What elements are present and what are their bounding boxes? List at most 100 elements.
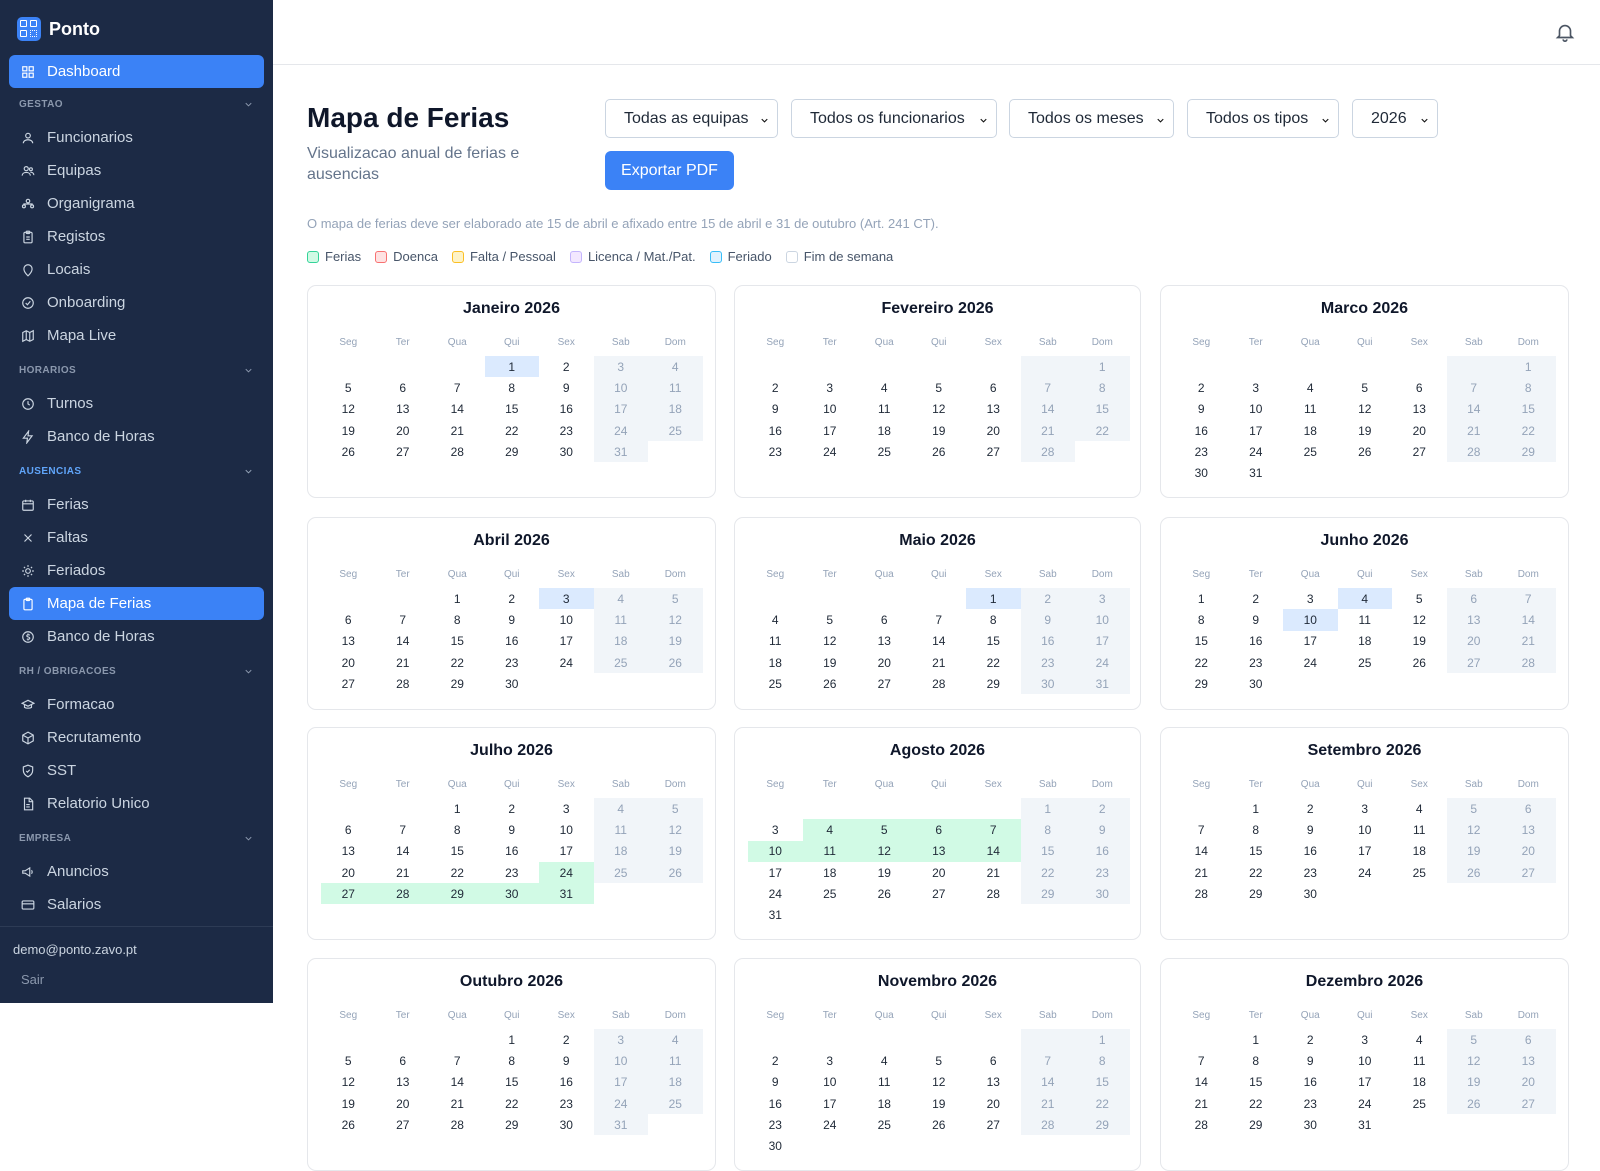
calendar-day[interactable]: 7	[1020, 1050, 1075, 1072]
calendar-day[interactable]: 22	[1075, 419, 1130, 442]
section-ausencias[interactable]: AUSENCIAS	[9, 455, 264, 488]
calendar-day[interactable]: 30	[484, 883, 539, 905]
calendar-day[interactable]: 27	[857, 673, 912, 694]
calendar-day[interactable]: 13	[857, 631, 912, 652]
calendar-day[interactable]: 14	[430, 1072, 485, 1093]
calendar-day[interactable]: 15	[1075, 398, 1130, 420]
calendar-day[interactable]: 17	[539, 631, 594, 652]
calendar-day[interactable]: 24	[593, 1092, 648, 1115]
calendar-day[interactable]: 10	[803, 1072, 858, 1093]
calendar-day[interactable]: 15	[430, 631, 485, 652]
calendar-day[interactable]: 7	[1501, 588, 1556, 610]
calendar-day[interactable]: 18	[857, 1093, 912, 1114]
calendar-day[interactable]: 29	[1075, 1114, 1130, 1136]
calendar-day[interactable]: 20	[321, 862, 376, 883]
calendar-day[interactable]: 25	[1283, 441, 1338, 462]
calendar-day[interactable]: 10	[593, 377, 648, 399]
employee-select[interactable]: Todos os funcionarios	[791, 99, 997, 138]
calendar-day[interactable]: 3	[1075, 588, 1130, 610]
calendar-day[interactable]: 27	[321, 883, 376, 905]
sidebar-item-dashboard[interactable]: Dashboard	[9, 55, 264, 88]
sidebar-item-faltas[interactable]: Faltas	[9, 521, 264, 554]
calendar-day[interactable]: 8	[430, 609, 485, 630]
calendar-day[interactable]: 20	[857, 652, 912, 673]
section-rh-obrigacoes[interactable]: RH / OBRIGACOES	[9, 655, 264, 688]
calendar-day[interactable]: 29	[430, 883, 485, 905]
calendar-day[interactable]: 3	[539, 798, 594, 819]
calendar-day[interactable]: 20	[376, 1093, 431, 1114]
sidebar-item-locais[interactable]: Locais	[9, 253, 264, 286]
calendar-day[interactable]: 4	[593, 798, 648, 820]
calendar-day[interactable]: 27	[1446, 651, 1501, 674]
calendar-day[interactable]: 19	[803, 652, 858, 673]
calendar-day[interactable]: 2	[1020, 588, 1075, 610]
calendar-day[interactable]: 6	[321, 819, 376, 840]
calendar-day[interactable]: 12	[912, 1072, 967, 1093]
calendar-day[interactable]: 23	[1174, 441, 1229, 462]
calendar-day[interactable]: 22	[485, 420, 540, 441]
calendar-day[interactable]: 6	[321, 609, 376, 630]
team-select[interactable]: Todas as equipas	[605, 99, 778, 138]
calendar-day[interactable]: 19	[912, 1093, 967, 1114]
calendar-day[interactable]: 16	[1283, 841, 1338, 862]
calendar-day[interactable]: 19	[321, 420, 376, 441]
sidebar-item-anuncios[interactable]: Anuncios	[9, 855, 264, 888]
calendar-day[interactable]: 25	[1392, 862, 1447, 883]
calendar-day[interactable]: 24	[803, 1114, 858, 1135]
calendar-day[interactable]: 19	[648, 840, 703, 862]
calendar-day[interactable]: 17	[1075, 630, 1130, 652]
calendar-day[interactable]: 26	[1338, 441, 1393, 462]
calendar-day[interactable]: 4	[648, 1029, 703, 1051]
calendar-day[interactable]: 5	[648, 588, 703, 610]
calendar-day[interactable]: 31	[1229, 462, 1284, 483]
sidebar-item-registos[interactable]: Registos	[9, 220, 264, 253]
calendar-day[interactable]: 15	[966, 631, 1021, 652]
calendar-day[interactable]: 5	[912, 1050, 967, 1071]
calendar-day[interactable]: 4	[1392, 1029, 1447, 1050]
sidebar-item-funcionarios[interactable]: Funcionarios	[9, 121, 264, 154]
calendar-day[interactable]: 6	[966, 1050, 1021, 1071]
calendar-day[interactable]: 18	[593, 630, 648, 652]
calendar-day[interactable]: 18	[1392, 841, 1447, 862]
calendar-day[interactable]: 30	[1229, 673, 1284, 694]
calendar-day[interactable]: 8	[1075, 1050, 1130, 1072]
calendar-day[interactable]: 11	[857, 1072, 912, 1093]
calendar-day[interactable]: 27	[1392, 441, 1447, 462]
calendar-day[interactable]: 28	[1020, 441, 1075, 463]
calendar-day[interactable]: 6	[857, 609, 912, 630]
calendar-day[interactable]: 23	[1283, 862, 1338, 883]
calendar-day[interactable]: 6	[376, 377, 431, 398]
calendar-day[interactable]: 1	[1075, 1029, 1130, 1051]
calendar-day[interactable]: 15	[1174, 631, 1229, 652]
calendar-day[interactable]: 3	[1229, 377, 1284, 398]
sidebar-item-equipas[interactable]: Equipas	[9, 154, 264, 187]
calendar-day[interactable]: 16	[748, 1093, 803, 1114]
calendar-day[interactable]: 3	[593, 356, 648, 378]
calendar-day[interactable]: 18	[748, 652, 803, 673]
calendar-day[interactable]: 28	[430, 441, 485, 462]
calendar-day[interactable]: 29	[1229, 883, 1284, 904]
calendar-day[interactable]: 19	[1446, 1071, 1501, 1093]
calendar-day[interactable]: 1	[966, 588, 1021, 610]
calendar-day[interactable]: 22	[1229, 1093, 1284, 1114]
calendar-day[interactable]: 30	[539, 441, 594, 462]
calendar-day[interactable]: 10	[539, 819, 594, 840]
calendar-day[interactable]: 22	[1174, 652, 1229, 673]
calendar-day[interactable]: 23	[1075, 861, 1130, 884]
calendar-day[interactable]: 19	[1338, 420, 1393, 441]
calendar-day[interactable]: 12	[1338, 399, 1393, 420]
calendar-day[interactable]: 2	[485, 798, 540, 819]
calendar-day[interactable]: 27	[912, 883, 967, 904]
calendar-day[interactable]: 26	[912, 441, 967, 462]
calendar-day[interactable]: 8	[1229, 819, 1284, 840]
calendar-day[interactable]: 23	[748, 441, 803, 462]
calendar-day[interactable]: 8	[430, 819, 485, 840]
calendar-day[interactable]: 2	[1075, 798, 1130, 820]
calendar-day[interactable]: 30	[1283, 1114, 1338, 1135]
calendar-day[interactable]: 7	[1174, 819, 1229, 840]
calendar-day[interactable]: 26	[912, 1114, 967, 1135]
calendar-day[interactable]: 31	[748, 904, 803, 925]
calendar-day[interactable]: 26	[1392, 652, 1447, 673]
calendar-day[interactable]: 31	[539, 883, 594, 905]
calendar-day[interactable]: 4	[1283, 377, 1338, 398]
